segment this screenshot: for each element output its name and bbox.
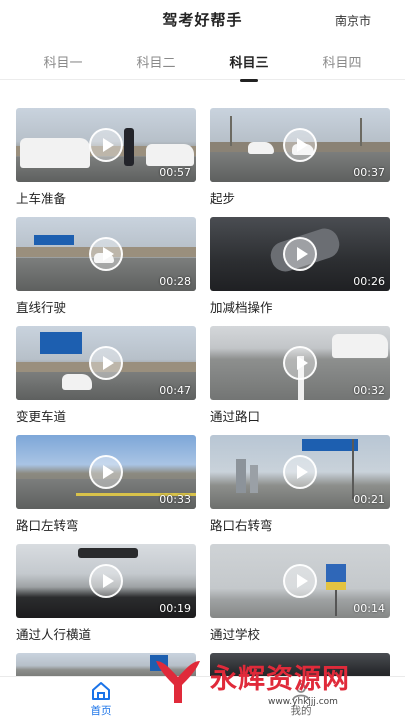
play-icon	[283, 346, 317, 380]
video-duration: 00:33	[159, 493, 191, 506]
tab-label: 科目四	[322, 56, 362, 71]
video-thumbnail[interactable]: 00:37	[210, 108, 390, 182]
video-duration: 00:21	[353, 493, 385, 506]
play-icon	[89, 346, 123, 380]
video-title: 路口左转弯	[16, 518, 79, 533]
app-header: 驾考好帮手 南京市	[0, 0, 405, 40]
play-icon	[283, 237, 317, 271]
video-title: 变更车道	[16, 409, 67, 424]
play-icon	[89, 128, 123, 162]
play-icon	[283, 455, 317, 489]
watermark-logo-icon	[156, 661, 200, 703]
nav-home-label: 首页	[90, 705, 112, 717]
tab-label: 科目一	[43, 56, 83, 71]
video-title: 加减档操作	[210, 300, 273, 315]
watermark: 永辉资源网 www.yhkjjj.com	[150, 655, 400, 715]
watermark-text: 永辉资源网	[210, 664, 350, 695]
tab-subject-4[interactable]: 科目四	[302, 52, 382, 71]
video-title: 路口右转弯	[210, 518, 273, 533]
tab-subject-2[interactable]: 科目二	[116, 52, 196, 71]
tab-label: 科目二	[136, 56, 176, 71]
video-title: 直线行驶	[16, 300, 67, 315]
video-duration: 00:28	[159, 275, 191, 288]
video-thumbnail[interactable]: 00:26	[210, 217, 390, 291]
video-thumbnail[interactable]: 00:47	[16, 326, 196, 400]
subject-tabs: 科目一 科目二 科目三 科目四	[0, 44, 405, 82]
tab-subject-3[interactable]: 科目三	[209, 52, 289, 82]
play-icon	[283, 128, 317, 162]
video-thumbnail[interactable]: 00:33	[16, 435, 196, 509]
video-title: 上车准备	[16, 191, 67, 206]
video-thumbnail[interactable]: 00:19	[16, 544, 196, 618]
video-thumbnail[interactable]: 00:21	[210, 435, 390, 509]
video-duration: 00:47	[159, 384, 191, 397]
video-duration: 00:26	[353, 275, 385, 288]
play-icon	[89, 564, 123, 598]
play-icon	[89, 237, 123, 271]
video-title: 通过学校	[210, 627, 261, 642]
video-thumbnail[interactable]: 00:28	[16, 217, 196, 291]
home-icon	[92, 682, 110, 700]
video-duration: 00:32	[353, 384, 385, 397]
play-icon	[89, 455, 123, 489]
video-title: 起步	[210, 191, 236, 206]
video-duration: 00:19	[159, 602, 191, 615]
video-thumbnail[interactable]: 00:14	[210, 544, 390, 618]
nav-home[interactable]: 首页	[61, 681, 141, 718]
video-duration: 00:57	[159, 166, 191, 179]
tab-subject-1[interactable]: 科目一	[23, 52, 103, 71]
watermark-url: www.yhkjjj.com	[268, 697, 338, 707]
video-duration: 00:37	[353, 166, 385, 179]
active-tab-indicator	[240, 79, 258, 82]
video-duration: 00:14	[353, 602, 385, 615]
video-title: 通过路口	[210, 409, 261, 424]
city-selector[interactable]: 南京市	[335, 12, 371, 29]
video-title: 通过人行横道	[16, 627, 92, 642]
video-thumbnail[interactable]: 00:57	[16, 108, 196, 182]
video-thumbnail[interactable]: 00:32	[210, 326, 390, 400]
tab-label: 科目三	[229, 56, 269, 71]
play-icon	[283, 564, 317, 598]
